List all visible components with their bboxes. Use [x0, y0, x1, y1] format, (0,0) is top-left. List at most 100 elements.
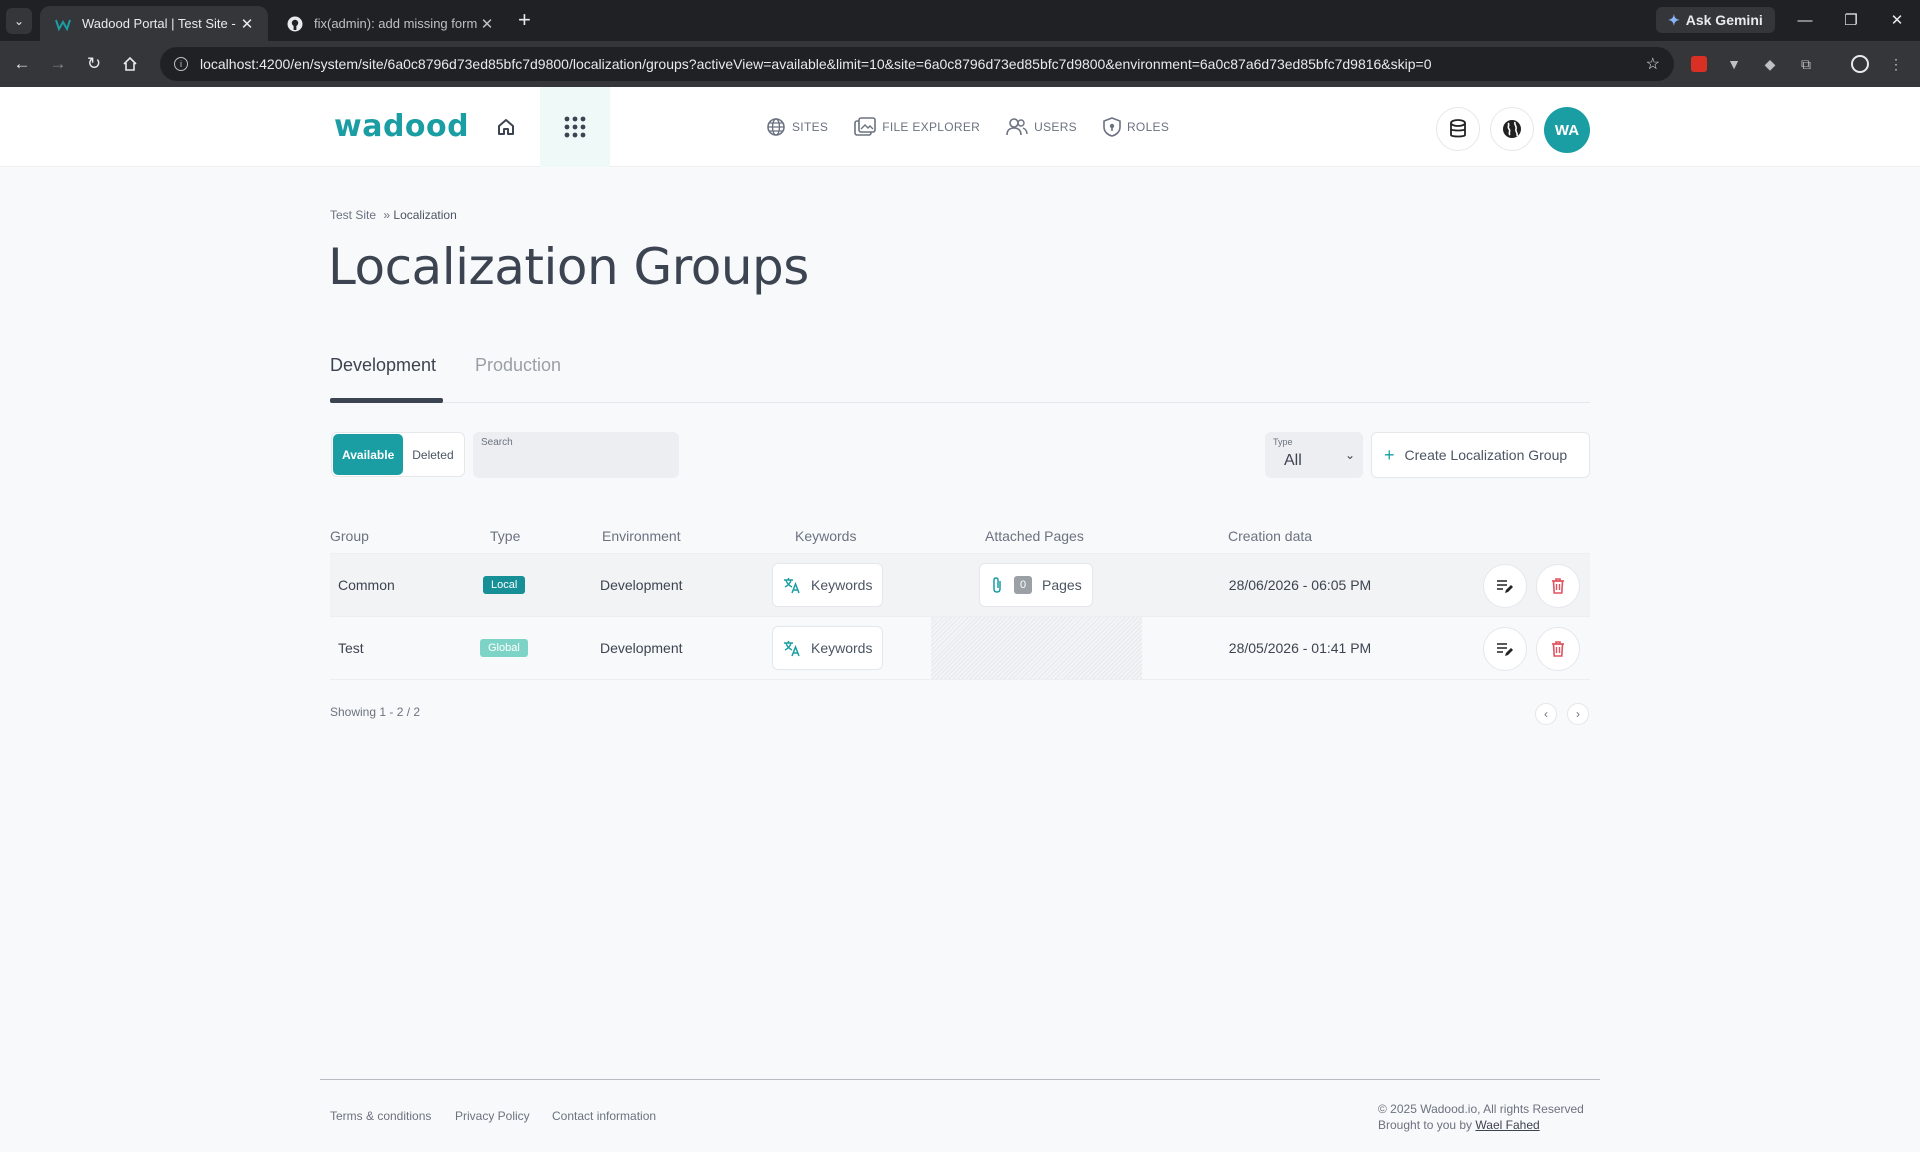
close-tab-icon[interactable]: ✕	[238, 15, 256, 33]
browser-tab-github[interactable]: fix(admin): add missing form.validation …	[272, 6, 508, 41]
trash-icon	[1552, 641, 1564, 657]
address-bar[interactable]: i localhost:4200/en/system/site/6a0c8796…	[160, 47, 1674, 81]
chevron-down-icon: ⌄	[1344, 448, 1355, 462]
copyright: © 2025 Wadood.io, All rights Reserved Br…	[1378, 1101, 1584, 1133]
browser-tabbar: ⌄ Wadood Portal | Test Site - Localizati…	[0, 0, 1920, 41]
column-header-environment[interactable]: Environment	[602, 528, 681, 544]
copyright-text: © 2025 Wadood.io, All rights Reserved	[1378, 1102, 1584, 1116]
new-tab-button[interactable]: +	[518, 8, 531, 32]
paperclip-icon	[993, 577, 1001, 593]
group-name: Common	[338, 577, 395, 593]
gemini-spark-icon: ✦	[1668, 11, 1680, 28]
creation-date: 28/05/2026 - 01:41 PM	[1228, 640, 1372, 656]
keywords-label: Keywords	[811, 640, 873, 656]
table-row[interactable]: Common Local Development Keywords 0 Page…	[330, 554, 1590, 617]
minimize-button[interactable]: —	[1790, 8, 1820, 32]
previous-page-button[interactable]: ‹	[1535, 703, 1557, 725]
create-localization-group-button[interactable]: + Create Localization Group	[1371, 432, 1590, 478]
type-value: All	[1284, 452, 1302, 469]
tab-search-button[interactable]: ⌄	[6, 8, 32, 34]
search-field[interactable]: Search	[473, 432, 679, 478]
pagination-summary: Showing 1 - 2 / 2	[330, 705, 421, 719]
extension-red-icon[interactable]	[1689, 54, 1709, 74]
nav-sites[interactable]: SITES	[766, 117, 828, 137]
extension-v-icon[interactable]: ▼	[1724, 54, 1744, 74]
ask-gemini-label: Ask Gemini	[1685, 12, 1763, 28]
tab-production[interactable]: Production	[475, 355, 561, 396]
extensions-puzzle-icon[interactable]: ⧉	[1796, 54, 1816, 74]
wadood-logo[interactable]: wadood	[334, 109, 469, 144]
shield-icon	[1103, 117, 1121, 137]
terms-link[interactable]: Terms & conditions	[330, 1109, 431, 1123]
trash-icon	[1552, 578, 1564, 594]
keywords-label: Keywords	[811, 577, 873, 593]
table-row[interactable]: Test Global Development Keywords 28/05/2…	[330, 617, 1590, 680]
reload-icon[interactable]: ↻	[82, 52, 106, 76]
deleted-view-button[interactable]: Deleted	[403, 434, 462, 475]
nav-roles-label: ROLES	[1126, 120, 1170, 134]
page-title: Localization Groups	[328, 238, 809, 296]
active-tab-indicator	[330, 398, 443, 403]
browser-tab-wadood[interactable]: Wadood Portal | Test Site - Localization…	[40, 6, 268, 41]
column-header-group[interactable]: Group	[330, 528, 369, 544]
nav-file-explorer[interactable]: FILE EXPLORER	[854, 117, 980, 137]
tab-development[interactable]: Development	[330, 355, 436, 396]
browser-menu-icon[interactable]: ⋮	[1886, 54, 1906, 74]
extension-tag-icon[interactable]: ◆	[1760, 54, 1780, 74]
translate-icon	[784, 578, 800, 594]
site-info-icon[interactable]: i	[174, 57, 188, 71]
author-link[interactable]: Wael Fahed	[1475, 1118, 1539, 1132]
nav-file-explorer-label: FILE EXPLORER	[882, 120, 981, 134]
edit-button[interactable]	[1483, 627, 1527, 671]
database-button[interactable]	[1436, 107, 1480, 151]
localization-groups-table: Group Type Environment Keywords Attached…	[330, 522, 1590, 680]
attached-pages-button[interactable]: 0 Pages	[979, 563, 1093, 607]
type-select[interactable]: Type All ⌄	[1265, 432, 1363, 478]
type-label: Type	[1273, 437, 1293, 447]
close-tab-icon[interactable]: ✕	[478, 15, 496, 33]
next-page-button[interactable]: ›	[1567, 703, 1589, 725]
table-header: Group Type Environment Keywords Attached…	[330, 522, 1590, 554]
breadcrumb-site-link[interactable]: Test Site	[330, 208, 376, 222]
privacy-policy-link[interactable]: Privacy Policy	[455, 1109, 530, 1123]
plus-icon: +	[1384, 445, 1395, 465]
delete-button[interactable]	[1536, 564, 1580, 608]
create-label: Create Localization Group	[1404, 447, 1568, 463]
profile-icon[interactable]	[1850, 54, 1870, 74]
brought-by-text: Brought to you by	[1378, 1118, 1473, 1132]
column-header-keywords[interactable]: Keywords	[795, 528, 856, 544]
type-badge: Global	[480, 639, 528, 657]
translate-icon	[784, 641, 800, 657]
home-button[interactable]	[492, 113, 520, 141]
user-avatar[interactable]: WA	[1544, 107, 1590, 153]
environment-cell: Development	[600, 577, 683, 593]
no-attached-pages-placeholder	[931, 617, 1142, 679]
back-icon[interactable]: ←	[10, 52, 34, 76]
language-button[interactable]	[1490, 107, 1534, 151]
nav-roles[interactable]: ROLES	[1103, 117, 1169, 137]
keywords-button[interactable]: Keywords	[772, 563, 884, 607]
bookmark-star-icon[interactable]: ☆	[1646, 54, 1660, 74]
contact-information-link[interactable]: Contact information	[552, 1109, 656, 1123]
ask-gemini-button[interactable]: ✦ Ask Gemini	[1656, 7, 1775, 33]
available-view-button[interactable]: Available	[333, 434, 404, 475]
folder-images-icon	[854, 117, 876, 136]
users-icon	[1006, 118, 1028, 136]
footer-divider	[320, 1079, 1600, 1080]
column-header-creation-data[interactable]: Creation data	[1228, 528, 1312, 544]
delete-button[interactable]	[1536, 627, 1580, 671]
apps-grid-button[interactable]	[540, 87, 610, 167]
forward-icon[interactable]: →	[46, 52, 70, 76]
search-input[interactable]	[481, 454, 671, 472]
column-header-type[interactable]: Type	[490, 528, 520, 544]
restore-button[interactable]: ❐	[1836, 8, 1866, 32]
type-badge: Local	[483, 576, 526, 594]
home-icon[interactable]	[118, 52, 142, 76]
search-label: Search	[481, 437, 513, 448]
breadcrumb-current: Localization	[393, 208, 457, 222]
edit-button[interactable]	[1483, 564, 1527, 608]
keywords-button[interactable]: Keywords	[772, 626, 884, 670]
close-window-button[interactable]: ✕	[1882, 8, 1912, 32]
column-header-attached-pages[interactable]: Attached Pages	[985, 528, 1084, 544]
nav-users[interactable]: USERS	[1006, 117, 1077, 137]
